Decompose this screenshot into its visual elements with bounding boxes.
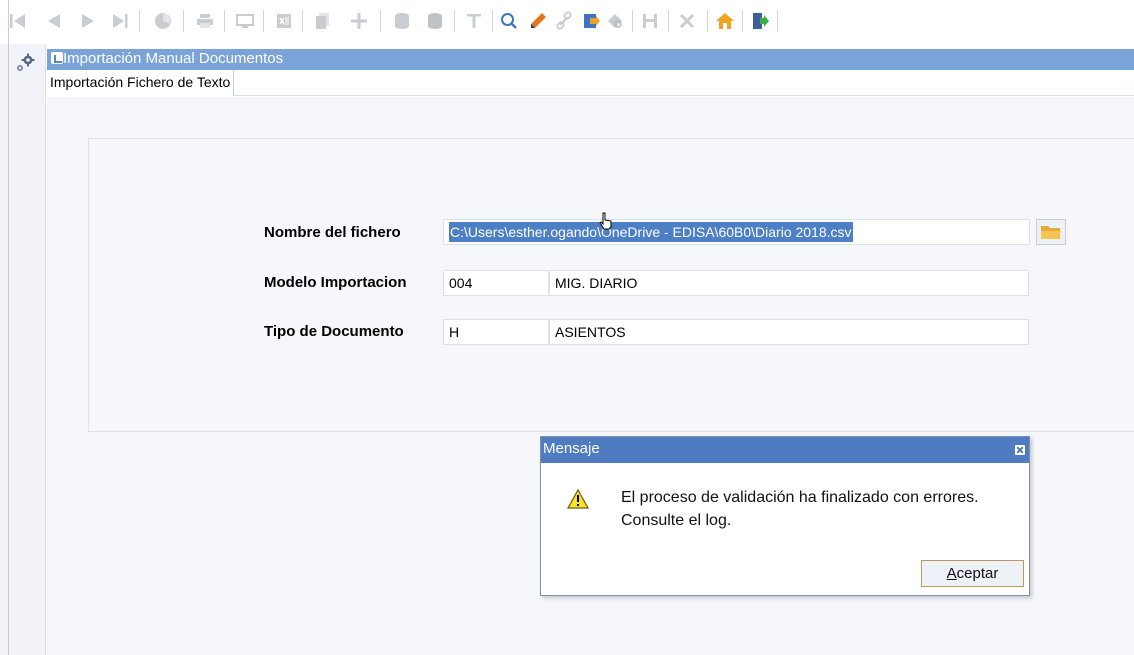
edit-pencil-icon[interactable]	[526, 9, 550, 33]
toolbar-separator	[492, 10, 493, 32]
window-app-icon	[51, 52, 63, 64]
window-title: Importación Manual Documentos	[63, 50, 284, 67]
document-type-code-input[interactable]: H	[443, 319, 549, 345]
dialog-message-line-2: Consulte el log.	[621, 512, 732, 529]
export-icon[interactable]	[579, 9, 603, 33]
left-border-line	[8, 0, 9, 655]
add-icon[interactable]	[347, 9, 371, 33]
toolbar-separator	[380, 10, 381, 32]
toolbar-separator	[777, 10, 778, 32]
toolbar-separator	[139, 10, 140, 32]
accept-button-mnemonic: A	[946, 565, 957, 582]
browse-folder-button[interactable]	[1036, 219, 1066, 245]
document-type-label: Tipo de Documento	[264, 323, 404, 340]
folder-icon	[1041, 226, 1061, 239]
search-icon[interactable]	[497, 9, 521, 33]
dialog-message-line-1: El proceso de validación ha finalizado c…	[621, 489, 979, 506]
database-save-icon[interactable]	[423, 9, 447, 33]
window-title-bar: Importación Manual Documentos	[47, 49, 1134, 70]
toolbar-separator	[668, 10, 669, 32]
toolbar-separator	[224, 10, 225, 32]
message-dialog: Mensaje El proceso de validación ha fina…	[540, 436, 1030, 596]
save-icon[interactable]	[638, 9, 662, 33]
document-type-description: ASIENTOS	[549, 319, 1029, 345]
dialog-title-bar: Mensaje	[541, 437, 1029, 463]
accept-button-label: ceptar	[956, 565, 999, 582]
exit-icon[interactable]	[748, 9, 772, 33]
toolbar-separator	[302, 10, 303, 32]
screen-icon[interactable]	[233, 9, 257, 33]
left-strip	[0, 44, 46, 655]
print-icon[interactable]	[193, 9, 217, 33]
import-model-label: Modelo Importacion	[264, 274, 407, 291]
file-name-label: Nombre del fichero	[264, 224, 401, 241]
toolbar-separator	[454, 10, 455, 32]
next-record-icon[interactable]	[76, 9, 100, 33]
tab-bar: Importación Fichero de Texto	[47, 70, 1134, 96]
toolbar-separator	[632, 10, 633, 32]
dialog-close-icon[interactable]	[1015, 445, 1025, 455]
dialog-message: El proceso de validación ha finalizado c…	[621, 486, 979, 532]
chart-icon[interactable]	[151, 9, 175, 33]
link-icon[interactable]	[552, 9, 576, 33]
accept-button[interactable]: Aceptar	[921, 560, 1024, 587]
warning-icon	[566, 488, 590, 509]
find-record-icon[interactable]	[603, 9, 627, 33]
previous-record-icon[interactable]	[42, 9, 66, 33]
toolbar-separator	[707, 10, 708, 32]
toolbar	[0, 0, 1134, 44]
last-record-icon[interactable]	[108, 9, 132, 33]
delete-icon[interactable]	[675, 9, 699, 33]
file-name-value: C:\Users\esther.ogando\OneDrive - EDISA\…	[449, 222, 853, 242]
file-name-input[interactable]: C:\Users\esther.ogando\OneDrive - EDISA\…	[443, 219, 1030, 245]
import-model-code-input[interactable]: 004	[443, 270, 549, 296]
import-model-description: MIG. DIARIO	[549, 270, 1029, 296]
copy-icon[interactable]	[311, 9, 335, 33]
filter-icon[interactable]	[462, 9, 486, 33]
tab-importacion-fichero-texto[interactable]: Importación Fichero de Texto	[47, 70, 235, 96]
hand-cursor-icon	[599, 212, 613, 230]
toolbar-separator	[183, 10, 184, 32]
home-icon[interactable]	[713, 9, 737, 33]
first-record-icon[interactable]	[6, 9, 30, 33]
excel-icon[interactable]	[272, 9, 296, 33]
settings-gear-icon[interactable]	[12, 50, 38, 76]
toolbar-separator	[742, 10, 743, 32]
dialog-title: Mensaje	[543, 440, 600, 457]
toolbar-separator	[263, 10, 264, 32]
database-icon[interactable]	[390, 9, 414, 33]
